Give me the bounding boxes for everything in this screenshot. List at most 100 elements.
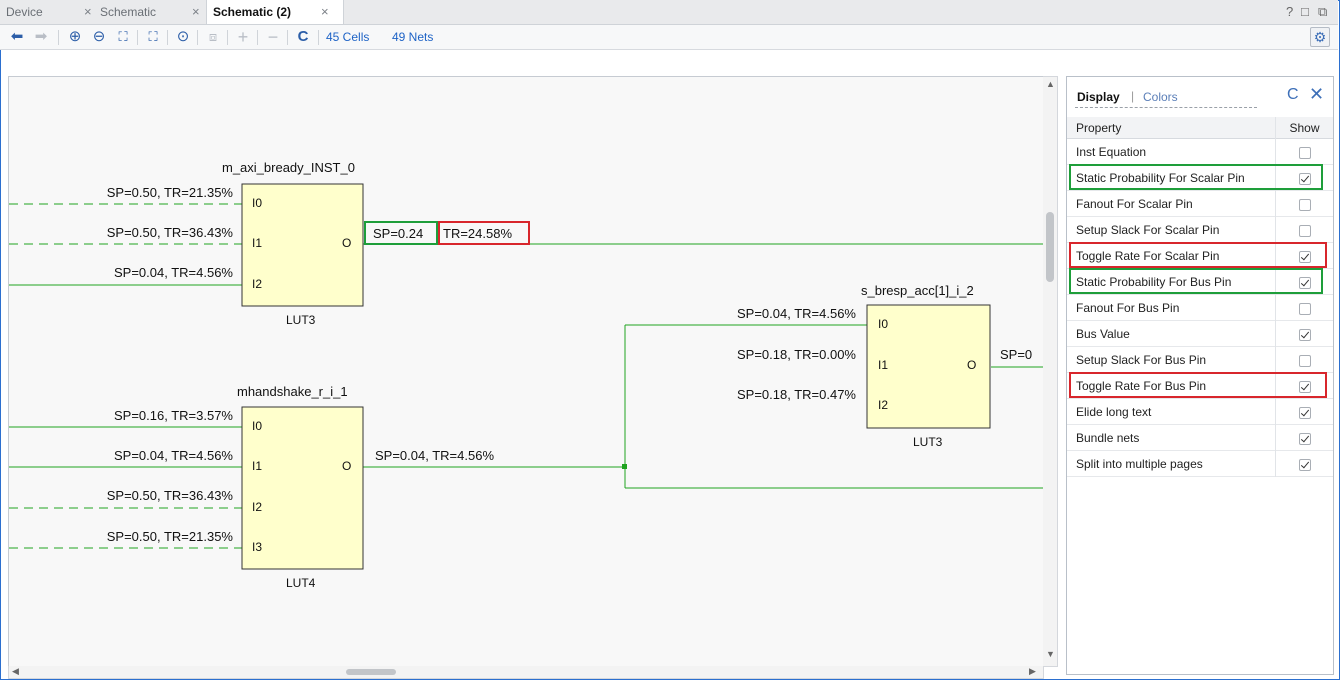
property-row[interactable]: Toggle Rate For Bus Pin	[1067, 372, 1333, 399]
pin-label: O	[342, 236, 351, 250]
tab-display[interactable]: Display	[1077, 90, 1120, 104]
property-row[interactable]: Static Probability For Bus Pin	[1067, 268, 1333, 295]
autofit-selection-icon[interactable]: ⊙	[172, 25, 194, 49]
pin-label: I2	[252, 500, 262, 514]
expand-icon[interactable]: +	[232, 25, 254, 49]
close-icon[interactable]: ×	[321, 0, 329, 24]
scroll-down-icon[interactable]: ▼	[1046, 649, 1055, 659]
restore-icon[interactable]: □	[1301, 0, 1309, 24]
float-icon[interactable]: ⧉	[1318, 0, 1327, 24]
collapse-icon[interactable]: −	[262, 25, 284, 49]
property-label: Elide long text	[1076, 405, 1152, 419]
toolbar-separator	[287, 30, 288, 45]
tab-label: Schematic	[100, 5, 157, 19]
schematic-svg: m_axi_bready_INST_0 I0 I1 I2 O LUT3 SP=0…	[9, 160, 1043, 590]
property-row[interactable]: Toggle Rate For Scalar Pin	[1067, 242, 1333, 269]
show-checkbox[interactable]	[1298, 172, 1311, 185]
column-header-show: Show	[1275, 117, 1333, 139]
show-cell	[1275, 425, 1333, 451]
show-checkbox[interactable]	[1298, 328, 1311, 341]
show-cell	[1275, 269, 1333, 295]
help-icon[interactable]: ?	[1286, 0, 1293, 24]
property-row[interactable]: Static Probability For Scalar Pin	[1067, 164, 1333, 191]
gear-icon[interactable]: ⚙	[1310, 27, 1330, 47]
property-row[interactable]: Inst Equation	[1067, 139, 1333, 165]
pin-label: I3	[252, 540, 262, 554]
show-checkbox[interactable]	[1298, 432, 1311, 445]
close-icon[interactable]: ×	[192, 0, 200, 24]
property-row[interactable]: Fanout For Scalar Pin	[1067, 191, 1333, 217]
cells-count-link[interactable]: 45 Cells	[326, 25, 369, 49]
property-row[interactable]: Bundle nets	[1067, 425, 1333, 451]
pin-label: I0	[878, 317, 888, 331]
property-row[interactable]: Setup Slack For Scalar Pin	[1067, 217, 1333, 243]
net-junction	[622, 464, 627, 469]
property-row[interactable]: Elide long text	[1067, 399, 1333, 425]
pin-label: I1	[252, 459, 262, 473]
vertical-scrollbar[interactable]: ▲ ▼	[1043, 76, 1058, 667]
pin-label: O	[342, 459, 351, 473]
net-property-label: SP=0.18, TR=0.00%	[737, 347, 856, 362]
nets-count-link[interactable]: 49 Nets	[392, 25, 433, 49]
show-checkbox[interactable]	[1298, 250, 1311, 263]
property-label: Inst Equation	[1076, 145, 1147, 159]
tab-colors[interactable]: Colors	[1143, 90, 1178, 104]
toolbar-separator	[197, 30, 198, 45]
back-arrow-icon[interactable]: ⬅	[6, 25, 28, 49]
show-checkbox[interactable]	[1298, 276, 1311, 289]
show-checkbox[interactable]	[1298, 302, 1311, 315]
toolbar-separator	[58, 30, 59, 45]
zoom-selection-icon[interactable]: ⛶	[142, 25, 164, 49]
property-row[interactable]: Fanout For Bus Pin	[1067, 295, 1333, 321]
zoom-fit-icon[interactable]: ⛶	[112, 25, 134, 49]
show-checkbox[interactable]	[1298, 354, 1311, 367]
toolbar-separator	[318, 30, 319, 45]
net-property-label: SP=0.24	[373, 226, 423, 241]
show-checkbox[interactable]	[1298, 146, 1311, 159]
net-property-label: SP=0.50, TR=21.35%	[107, 529, 234, 544]
property-row[interactable]: Setup Slack For Bus Pin	[1067, 347, 1333, 373]
tab-schematic[interactable]: Schematic ×	[94, 0, 206, 24]
show-checkbox[interactable]	[1298, 380, 1311, 393]
net-property-label: SP=0.04, TR=4.56%	[737, 306, 856, 321]
show-cell	[1275, 191, 1333, 217]
close-icon[interactable]: ✕	[1309, 84, 1324, 105]
pin-label: I2	[878, 398, 888, 412]
forward-arrow-icon[interactable]: ➡	[30, 25, 52, 49]
net-property-label: SP=0.18, TR=0.47%	[737, 387, 856, 402]
close-icon[interactable]: ×	[84, 0, 92, 24]
horizontal-scroll-thumb[interactable]	[346, 669, 396, 675]
tab-bar: Device × Schematic × Schematic (2) × ? □…	[0, 0, 1338, 25]
cell-title: m_axi_bready_INST_0	[222, 160, 355, 175]
property-row[interactable]: Bus Value	[1067, 321, 1333, 347]
refresh-icon[interactable]: C	[1287, 86, 1299, 104]
refresh-icon[interactable]: C	[292, 25, 314, 49]
property-label: Bundle nets	[1076, 431, 1140, 445]
show-cell	[1275, 347, 1333, 373]
zoom-out-icon[interactable]: ⊖	[88, 25, 110, 49]
scroll-left-icon[interactable]: ◀	[12, 666, 19, 677]
tab-schematic-2[interactable]: Schematic (2) ×	[206, 0, 344, 24]
show-cell	[1275, 295, 1333, 321]
show-checkbox[interactable]	[1298, 224, 1311, 237]
scroll-up-icon[interactable]: ▲	[1046, 79, 1055, 89]
tab-device[interactable]: Device ×	[0, 0, 104, 24]
horizontal-scrollbar[interactable]: ◀ ▶	[8, 666, 1044, 679]
tab-label: Schematic (2)	[213, 5, 292, 19]
zoom-in-icon[interactable]: ⊕	[64, 25, 86, 49]
cell-title: s_bresp_acc[1]_i_2	[861, 283, 974, 298]
toolbar-separator	[137, 30, 138, 45]
tab-underline	[1075, 107, 1257, 108]
show-checkbox[interactable]	[1298, 406, 1311, 419]
toolbar-separator	[167, 30, 168, 45]
show-checkbox[interactable]	[1298, 198, 1311, 211]
property-row[interactable]: Split into multiple pages	[1067, 451, 1333, 477]
show-checkbox[interactable]	[1298, 458, 1311, 471]
column-header-property: Property	[1076, 121, 1122, 135]
scroll-right-icon[interactable]: ▶	[1029, 666, 1036, 677]
tab-separator: |	[1131, 89, 1135, 103]
vertical-scroll-thumb[interactable]	[1046, 212, 1054, 282]
schematic-canvas[interactable]: m_axi_bready_INST_0 I0 I1 I2 O LUT3 SP=0…	[8, 76, 1044, 667]
property-label: Setup Slack For Bus Pin	[1076, 353, 1207, 367]
regenerate-icon[interactable]: ⧈	[202, 25, 224, 49]
